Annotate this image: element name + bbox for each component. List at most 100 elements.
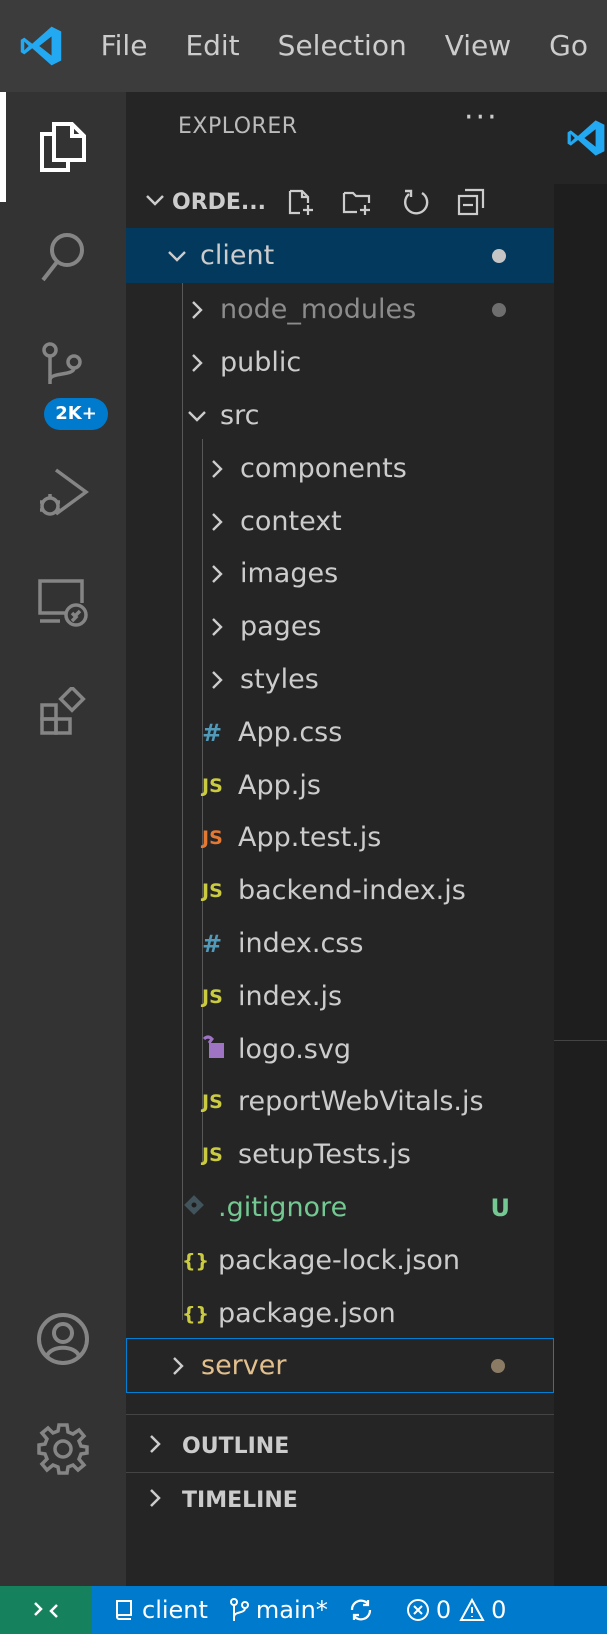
search-icon[interactable] [0,202,126,312]
collapse-all-icon[interactable] [454,185,488,219]
file-label: setupTests.js [238,1139,411,1170]
file-row[interactable]: JS reportWebVitals.js [126,1074,554,1129]
status-folder[interactable]: client [92,1596,218,1624]
folder-label: styles [240,664,319,695]
file-row[interactable]: logo.svg [126,1022,554,1077]
folder-row[interactable]: images [126,546,554,601]
folder-label: context [240,506,342,537]
status-branch[interactable]: main* [218,1596,338,1624]
more-actions-icon[interactable]: ··· [464,100,499,135]
explorer-icon[interactable] [0,92,126,202]
file-row[interactable]: {} package.json [126,1286,554,1341]
chevron-right-icon[interactable] [202,652,232,707]
folder-row[interactable]: components [126,441,554,496]
section-divider [126,1472,554,1473]
folder-label: pages [240,611,322,642]
file-row[interactable]: {} package-lock.json [126,1233,554,1288]
file-row[interactable]: JS backend-index.js [126,863,554,918]
remote-icon [34,1602,58,1618]
folder-row[interactable]: server [126,1338,554,1393]
menu-edit[interactable]: Edit [166,0,258,92]
javascript-icon: JS [202,774,223,797]
css-icon: # [202,718,223,747]
file-row[interactable]: JS index.js [126,969,554,1024]
menu-view[interactable]: View [426,0,530,92]
file-label: index.js [238,981,343,1012]
explorer-title: EXPLORER [178,114,298,139]
folder-row[interactable]: src [126,388,554,443]
menu-go[interactable]: Go [530,0,607,92]
workspace-header[interactable]: ORDE... [126,176,554,228]
json-icon: {} [182,1249,210,1272]
folder-row[interactable]: pages [126,599,554,654]
folder-label: public [220,347,302,378]
outline-section-header[interactable]: OUTLINE [126,1420,554,1472]
folder-label: server [201,1350,287,1381]
branch-icon [229,1598,249,1621]
file-row[interactable]: JS App.js [126,758,554,813]
new-file-icon[interactable] [284,185,318,219]
extensions-icon[interactable] [0,657,126,767]
chevron-right-icon[interactable] [202,494,232,549]
account-icon[interactable] [0,1284,126,1394]
file-row[interactable]: JS setupTests.js [126,1127,554,1182]
chevron-down-icon[interactable] [162,228,192,283]
file-row[interactable]: .gitignore U [126,1180,554,1235]
run-debug-icon[interactable] [0,437,126,547]
chevron-right-icon[interactable] [182,335,212,390]
settings-gear-icon[interactable] [0,1394,126,1504]
git-file-icon [182,1193,218,1222]
folder-row[interactable]: context [126,494,554,549]
javascript-icon: JS [202,826,223,849]
scm-badge: 2K+ [44,398,108,430]
status-folder-label: client [142,1596,208,1624]
status-bar: client main* 0 0 [0,1586,607,1634]
error-count: 0 [435,1596,452,1624]
sync-button[interactable] [338,1598,390,1622]
css-icon: # [202,929,223,958]
vscode-tab-icon [567,120,605,156]
refresh-icon[interactable] [398,185,432,219]
chevron-right-icon[interactable] [163,1338,193,1393]
error-icon [406,1599,429,1621]
folder-row[interactable]: node_modules [126,282,554,337]
folder-row[interactable]: public [126,335,554,390]
folder-row[interactable]: client [126,228,554,283]
file-row[interactable]: # index.css [126,916,554,971]
chevron-right-icon[interactable] [202,599,232,654]
chevron-right-icon[interactable] [202,441,232,496]
chevron-down-icon [126,189,172,215]
file-label: index.css [238,928,364,959]
file-label: App.css [238,717,343,748]
warning-icon [459,1598,485,1621]
menu-selection[interactable]: Selection [259,0,426,92]
remote-indicator[interactable] [0,1586,92,1634]
folder-label: node_modules [220,294,417,325]
status-branch-label: main* [255,1596,328,1624]
repo-icon [116,1600,132,1620]
chevron-down-icon[interactable] [182,388,212,443]
chevron-right-icon[interactable] [182,282,212,337]
new-folder-icon[interactable] [340,185,374,219]
modified-dot-decoration [492,302,506,317]
status-problems[interactable]: 0 0 [390,1596,517,1624]
editor-tabs [554,92,607,184]
modified-dot-decoration [492,248,506,263]
panel-border [554,1040,607,1041]
outline-label: OUTLINE [182,1433,290,1459]
chevron-right-icon [126,1433,172,1459]
untracked-decoration: U [490,1193,511,1222]
chevron-right-icon[interactable] [202,546,232,601]
folder-label: client [200,240,275,271]
workspace-name: ORDE... [172,189,267,215]
menu-file[interactable]: File [83,0,167,92]
warning-count: 0 [491,1596,507,1624]
file-row[interactable]: JS App.test.js [126,810,554,865]
folder-label: components [240,453,407,484]
timeline-section-header[interactable]: TIMELINE [126,1474,554,1526]
remote-explorer-icon[interactable] [0,547,126,657]
file-row[interactable]: # App.css [126,705,554,760]
modified-dot-decoration [491,1358,505,1373]
folder-row[interactable]: styles [126,652,554,707]
file-label: App.js [238,770,321,801]
